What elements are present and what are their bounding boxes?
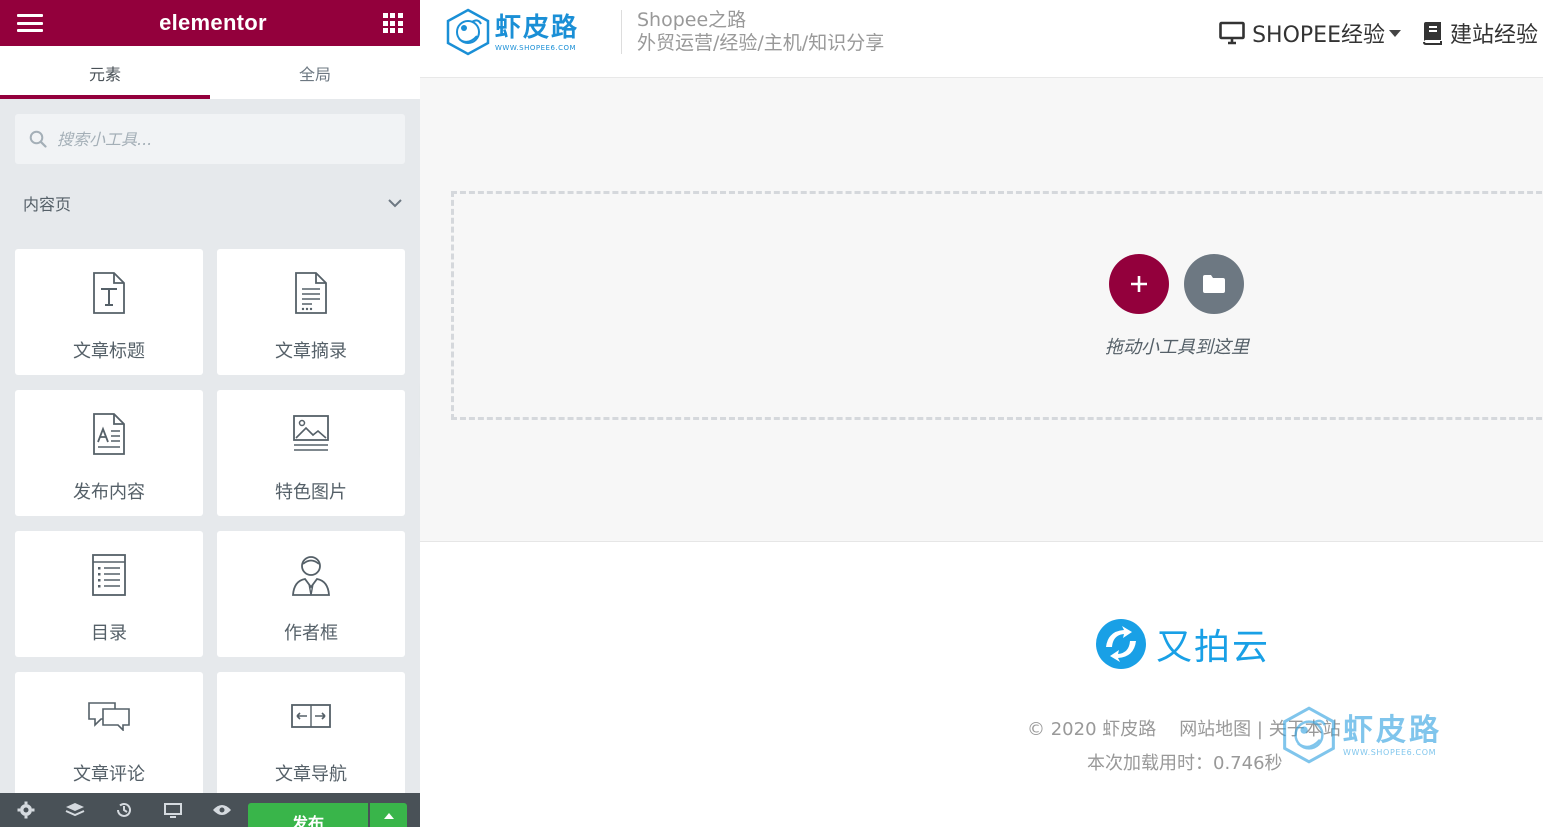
- logo-url: WWW.SHOPEE6.COM: [495, 43, 577, 52]
- elementor-panel: elementor 元素 全局 内容页: [0, 0, 420, 827]
- nav-item-site-building[interactable]: 建站经验: [1421, 17, 1538, 49]
- upyun-logo-icon: [1096, 619, 1146, 669]
- site-logo[interactable]: 虾皮路 WWW.SHOPEE6.COM: [445, 8, 579, 56]
- add-template-button[interactable]: [1184, 254, 1244, 314]
- post-excerpt-icon: [295, 272, 327, 314]
- watermark: 虾皮路 WWW.SHOPEE6.COM: [1281, 705, 1442, 765]
- category-label: 内容页: [23, 195, 72, 214]
- author-box-icon: [292, 556, 330, 596]
- header-divider: [621, 10, 622, 54]
- caret-up-icon: [383, 813, 394, 819]
- publish-options-button[interactable]: [370, 803, 407, 827]
- widget-author-box[interactable]: 作者框: [217, 531, 405, 657]
- featured-image-icon: [293, 415, 329, 451]
- widget-table-of-contents[interactable]: 目录: [15, 531, 203, 657]
- post-comments-icon: [88, 702, 130, 731]
- nav-label: 建站经验: [1449, 23, 1538, 48]
- site-tagline: Shopee之路 外贸运营/经验/主机/知识分享: [637, 9, 884, 55]
- widget-featured-image[interactable]: 特色图片: [217, 390, 405, 516]
- responsive-icon[interactable]: [161, 793, 185, 827]
- sitemap-link[interactable]: 网站地图: [1179, 719, 1251, 740]
- search-input[interactable]: [57, 129, 387, 149]
- watermark-url: WWW.SHOPEE6.COM: [1343, 747, 1437, 757]
- sponsor-name: 又拍云: [1156, 627, 1271, 668]
- book-icon: [1422, 22, 1442, 45]
- nav-item-shopee-experience[interactable]: SHOPEE经验: [1219, 17, 1401, 49]
- widget-label: 文章标题: [73, 341, 145, 362]
- logo-shrimp-icon: [446, 8, 490, 56]
- widget-label: 文章导航: [275, 764, 347, 785]
- widget-label: 文章摘录: [275, 341, 347, 362]
- widget-post-content[interactable]: 发布内容: [15, 390, 203, 516]
- sponsor-logo[interactable]: 又拍云: [1092, 617, 1270, 671]
- widget-post-comments[interactable]: 文章评论: [15, 672, 203, 798]
- tab-global[interactable]: 全局: [210, 46, 420, 99]
- widget-post-excerpt[interactable]: 文章摘录: [217, 249, 405, 375]
- widget-label: 发布内容: [73, 482, 145, 503]
- caret-down-icon: [1388, 29, 1401, 37]
- menu-icon[interactable]: [17, 14, 43, 32]
- post-navigation-icon: [291, 704, 331, 728]
- search-icon: [29, 130, 47, 148]
- panel-tabs: 元素 全局: [0, 46, 420, 99]
- logo-text: 虾皮路: [495, 12, 580, 43]
- widget-grid: 文章标题 文章摘录 发布内容 特色图片 目录 作者框 文章评论 文章导航: [15, 249, 405, 798]
- chevron-down-icon: [388, 199, 402, 208]
- tagline-line-2: 外贸运营/经验/主机/知识分享: [637, 32, 885, 54]
- nav-label: SHOPEE经验: [1252, 23, 1385, 48]
- publish-button[interactable]: 发布: [248, 803, 368, 827]
- history-icon[interactable]: [112, 793, 136, 827]
- widget-search: [15, 114, 405, 164]
- tagline-line-1: Shopee之路: [637, 9, 747, 31]
- add-section-dropzone[interactable]: [451, 191, 1543, 420]
- link-separator: |: [1256, 719, 1263, 740]
- widget-label: 目录: [91, 623, 127, 644]
- preview-icon[interactable]: [210, 793, 234, 827]
- post-title-icon: [93, 272, 125, 314]
- widget-label: 文章评论: [73, 764, 145, 785]
- table-of-contents-icon: [92, 554, 126, 596]
- widgets-grid-icon[interactable]: [382, 13, 403, 33]
- navigator-icon[interactable]: [63, 793, 87, 827]
- drop-hint: 拖动小工具到这里: [1105, 337, 1249, 358]
- tab-elements[interactable]: 元素: [0, 46, 210, 99]
- load-time: 本次加载用时：0.746秒: [1087, 753, 1283, 774]
- watermark-logo-icon: [1283, 706, 1335, 764]
- site-nav: SHOPEE经验 建站经验: [1199, 17, 1538, 49]
- settings-icon[interactable]: [14, 793, 38, 827]
- copyright-text: © 2020 虾皮路: [1027, 719, 1157, 740]
- widget-label: 特色图片: [275, 482, 347, 503]
- monitor-icon: [1219, 21, 1245, 45]
- plus-icon: [1131, 276, 1147, 292]
- panel-footer: 发布: [0, 793, 420, 827]
- site-header: 虾皮路 WWW.SHOPEE6.COM Shopee之路 外贸运营/经验/主机/…: [420, 0, 1543, 78]
- category-header[interactable]: 内容页: [23, 186, 403, 220]
- panel-header: elementor: [0, 0, 420, 46]
- post-content-icon: [93, 413, 125, 455]
- elementor-brand: elementor: [159, 10, 267, 35]
- folder-icon: [1203, 275, 1225, 293]
- add-section-button[interactable]: [1109, 254, 1169, 314]
- widget-post-title[interactable]: 文章标题: [15, 249, 203, 375]
- watermark-text: 虾皮路: [1343, 712, 1442, 748]
- widget-label: 作者框: [284, 623, 338, 644]
- widget-post-navigation[interactable]: 文章导航: [217, 672, 405, 798]
